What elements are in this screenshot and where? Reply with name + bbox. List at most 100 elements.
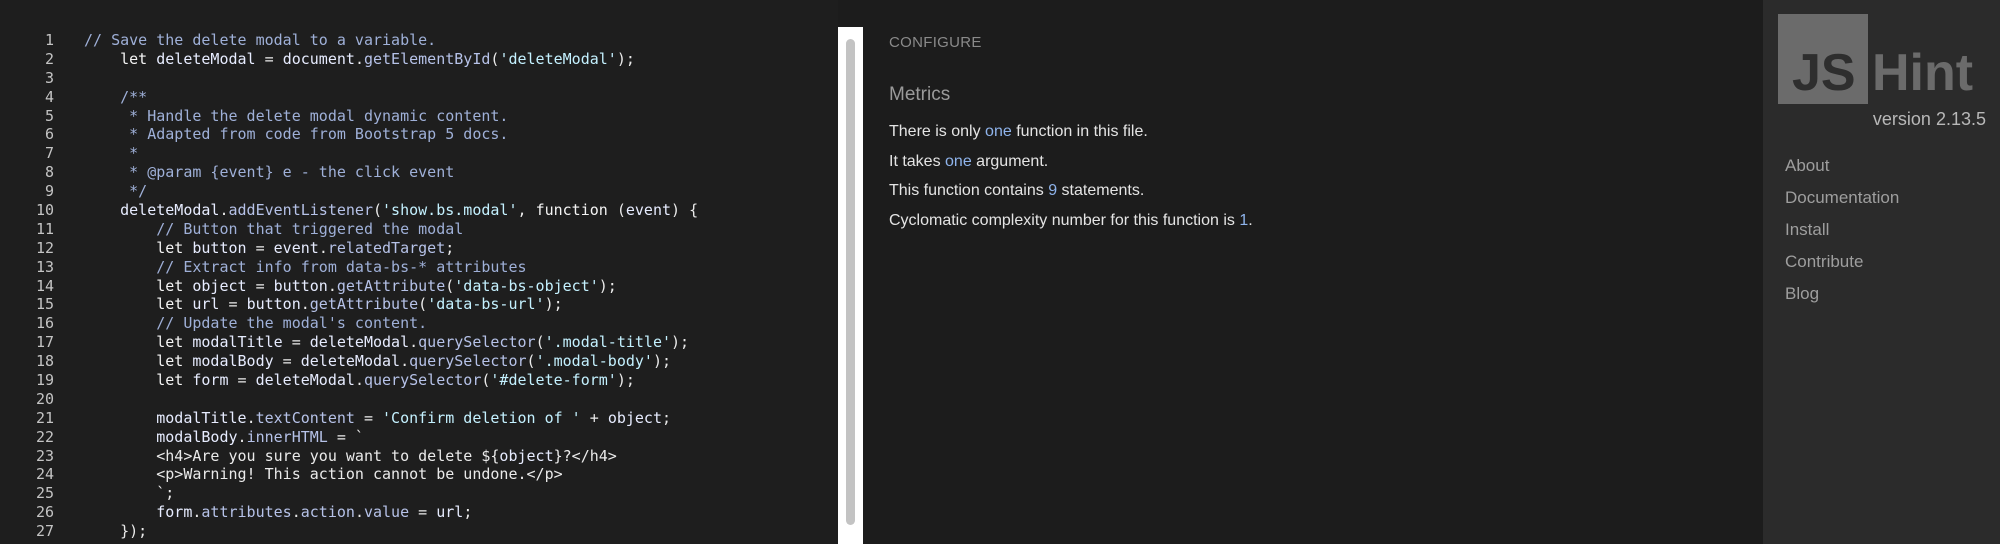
code-token: = bbox=[273, 352, 301, 371]
code-token: button bbox=[273, 276, 328, 295]
code-token: deleteModal bbox=[300, 352, 401, 371]
code-token: modalBody bbox=[156, 427, 238, 446]
code-token: let bbox=[156, 276, 193, 295]
code-line[interactable]: modalBody.innerHTML = ` bbox=[84, 428, 838, 447]
code-editor[interactable]: 1 2 3 4 5 6 7 8 9 10 11 12 13 14 15 16 17 18 19 20 21 22 23 24 2… bbox=[0, 0, 838, 544]
metric-value: one bbox=[945, 152, 972, 170]
code-token: getAttribute bbox=[309, 295, 419, 314]
code-token: * @param {event} e - the click event bbox=[84, 163, 455, 182]
editor-scrollbar[interactable] bbox=[838, 27, 863, 544]
code-token: getAttribute bbox=[336, 276, 446, 295]
code-line[interactable]: // Button that triggered the modal bbox=[84, 220, 838, 239]
code-token: = bbox=[246, 238, 274, 257]
metrics-heading: Metrics bbox=[889, 84, 951, 105]
line-number: 27 bbox=[35, 522, 54, 541]
code-token: attributes bbox=[201, 503, 292, 522]
code-token: event bbox=[625, 201, 672, 220]
code-line[interactable]: let object = button.getAttribute('data-b… bbox=[84, 277, 838, 296]
code-token: querySelector bbox=[409, 352, 527, 371]
code-token: // Save the delete modal to a variable. bbox=[84, 31, 437, 49]
nav-item-blog[interactable]: Blog bbox=[1785, 283, 1899, 315]
code-token: let bbox=[156, 333, 193, 352]
code-token: = bbox=[282, 333, 310, 352]
nav-item-contribute[interactable]: Contribute bbox=[1785, 251, 1899, 283]
code-line[interactable]: let url = button.getAttribute('data-bs-u… bbox=[84, 295, 838, 314]
metric-text: function in this file. bbox=[1011, 123, 1148, 140]
code-token: innerHTML bbox=[246, 427, 328, 446]
code-token: object bbox=[607, 408, 662, 427]
code-token: ( bbox=[526, 352, 536, 371]
code-token: . bbox=[237, 427, 247, 446]
line-number: 11 bbox=[35, 219, 54, 238]
code-token: // Extract info from data-bs-* attribute… bbox=[84, 257, 527, 276]
code-token: ( bbox=[607, 201, 626, 220]
nav-item-about[interactable]: About bbox=[1785, 155, 1899, 187]
report-panel: CONFIGURE Metrics There is only one func… bbox=[863, 0, 1763, 544]
code-line[interactable]: `; bbox=[84, 484, 838, 503]
code-line[interactable]: let form = deleteModal.querySelector('#d… bbox=[84, 371, 838, 390]
nav-item-install[interactable]: Install bbox=[1785, 219, 1899, 251]
code-token: let bbox=[120, 49, 157, 68]
code-line[interactable]: modalTitle.textContent = 'Confirm deleti… bbox=[84, 409, 838, 428]
code-token: value bbox=[363, 503, 410, 522]
line-number: 12 bbox=[35, 238, 54, 257]
code-token: . bbox=[354, 49, 364, 68]
code-token: url bbox=[192, 295, 220, 314]
code-token: = bbox=[246, 276, 274, 295]
code-content[interactable]: // Save the delete modal to a variable. … bbox=[84, 31, 838, 541]
metric-text: Cyclomatic complexity number for this fu… bbox=[889, 211, 1240, 229]
code-line[interactable]: <p>Warning! This action cannot be undone… bbox=[84, 465, 838, 484]
code-line[interactable] bbox=[84, 69, 838, 88]
code-line[interactable]: * Adapted from code from Bootstrap 5 doc… bbox=[84, 125, 838, 144]
code-token: 'data-bs-object' bbox=[454, 276, 599, 295]
code-token: ( bbox=[535, 333, 545, 352]
code-token: ; bbox=[463, 503, 473, 522]
code-token: ( bbox=[445, 276, 455, 295]
code-token: event bbox=[273, 238, 319, 257]
code-line[interactable]: // Extract info from data-bs-* attribute… bbox=[84, 258, 838, 277]
code-line[interactable]: * bbox=[84, 144, 838, 163]
code-line[interactable]: <h4>Are you sure you want to delete ${ob… bbox=[84, 447, 838, 466]
code-line[interactable]: /** bbox=[84, 88, 838, 107]
code-token: = bbox=[255, 49, 283, 68]
sidebar: JS Hint version 2.13.5 About Documentatio… bbox=[1763, 0, 2000, 544]
jshint-logo[interactable]: JS Hint bbox=[1778, 14, 1991, 104]
code-token: . bbox=[354, 503, 364, 522]
code-line[interactable] bbox=[84, 390, 838, 409]
code-line[interactable]: * Handle the delete modal dynamic conten… bbox=[84, 107, 838, 126]
code-line[interactable]: // Update the modal's content. bbox=[84, 314, 838, 333]
metric-value: 1 bbox=[1239, 211, 1249, 229]
line-number: 8 bbox=[44, 163, 54, 182]
configure-link[interactable]: CONFIGURE bbox=[889, 34, 982, 51]
line-number: 21 bbox=[35, 408, 54, 427]
code-line[interactable]: }); bbox=[84, 522, 838, 541]
code-line[interactable]: */ bbox=[84, 182, 838, 201]
code-token: ( bbox=[373, 201, 383, 220]
code-line[interactable]: // Save the delete modal to a variable. bbox=[84, 31, 838, 50]
line-number: 16 bbox=[35, 314, 54, 333]
code-line[interactable]: * @param {event} e - the click event bbox=[84, 163, 838, 182]
code-token: }); bbox=[84, 522, 148, 541]
code-line[interactable]: let modalTitle = deleteModal.querySelect… bbox=[84, 333, 838, 352]
code-token: ); bbox=[671, 333, 690, 352]
line-number: 15 bbox=[35, 295, 54, 314]
code-line[interactable]: let button = event.relatedTarget; bbox=[84, 239, 838, 258]
code-token: . bbox=[219, 201, 229, 220]
code-token: = bbox=[228, 371, 256, 390]
code-line[interactable]: let modalBody = deleteModal.querySelecto… bbox=[84, 352, 838, 371]
nav-item-documentation[interactable]: Documentation bbox=[1785, 187, 1899, 219]
code-line[interactable]: let deleteModal = document.getElementByI… bbox=[84, 50, 838, 69]
code-token: ); bbox=[598, 276, 617, 295]
code-line[interactable]: form.attributes.action.value = url; bbox=[84, 503, 838, 522]
line-number: 22 bbox=[35, 427, 54, 446]
code-token: getElementById bbox=[363, 49, 491, 68]
logo-hint-text: Hint bbox=[1872, 44, 1973, 102]
editor-scrollbar-thumb[interactable] bbox=[846, 39, 855, 525]
code-token: url bbox=[436, 503, 464, 522]
code-line[interactable]: deleteModal.addEventListener('show.bs.mo… bbox=[84, 201, 838, 220]
code-token: = bbox=[409, 503, 437, 522]
